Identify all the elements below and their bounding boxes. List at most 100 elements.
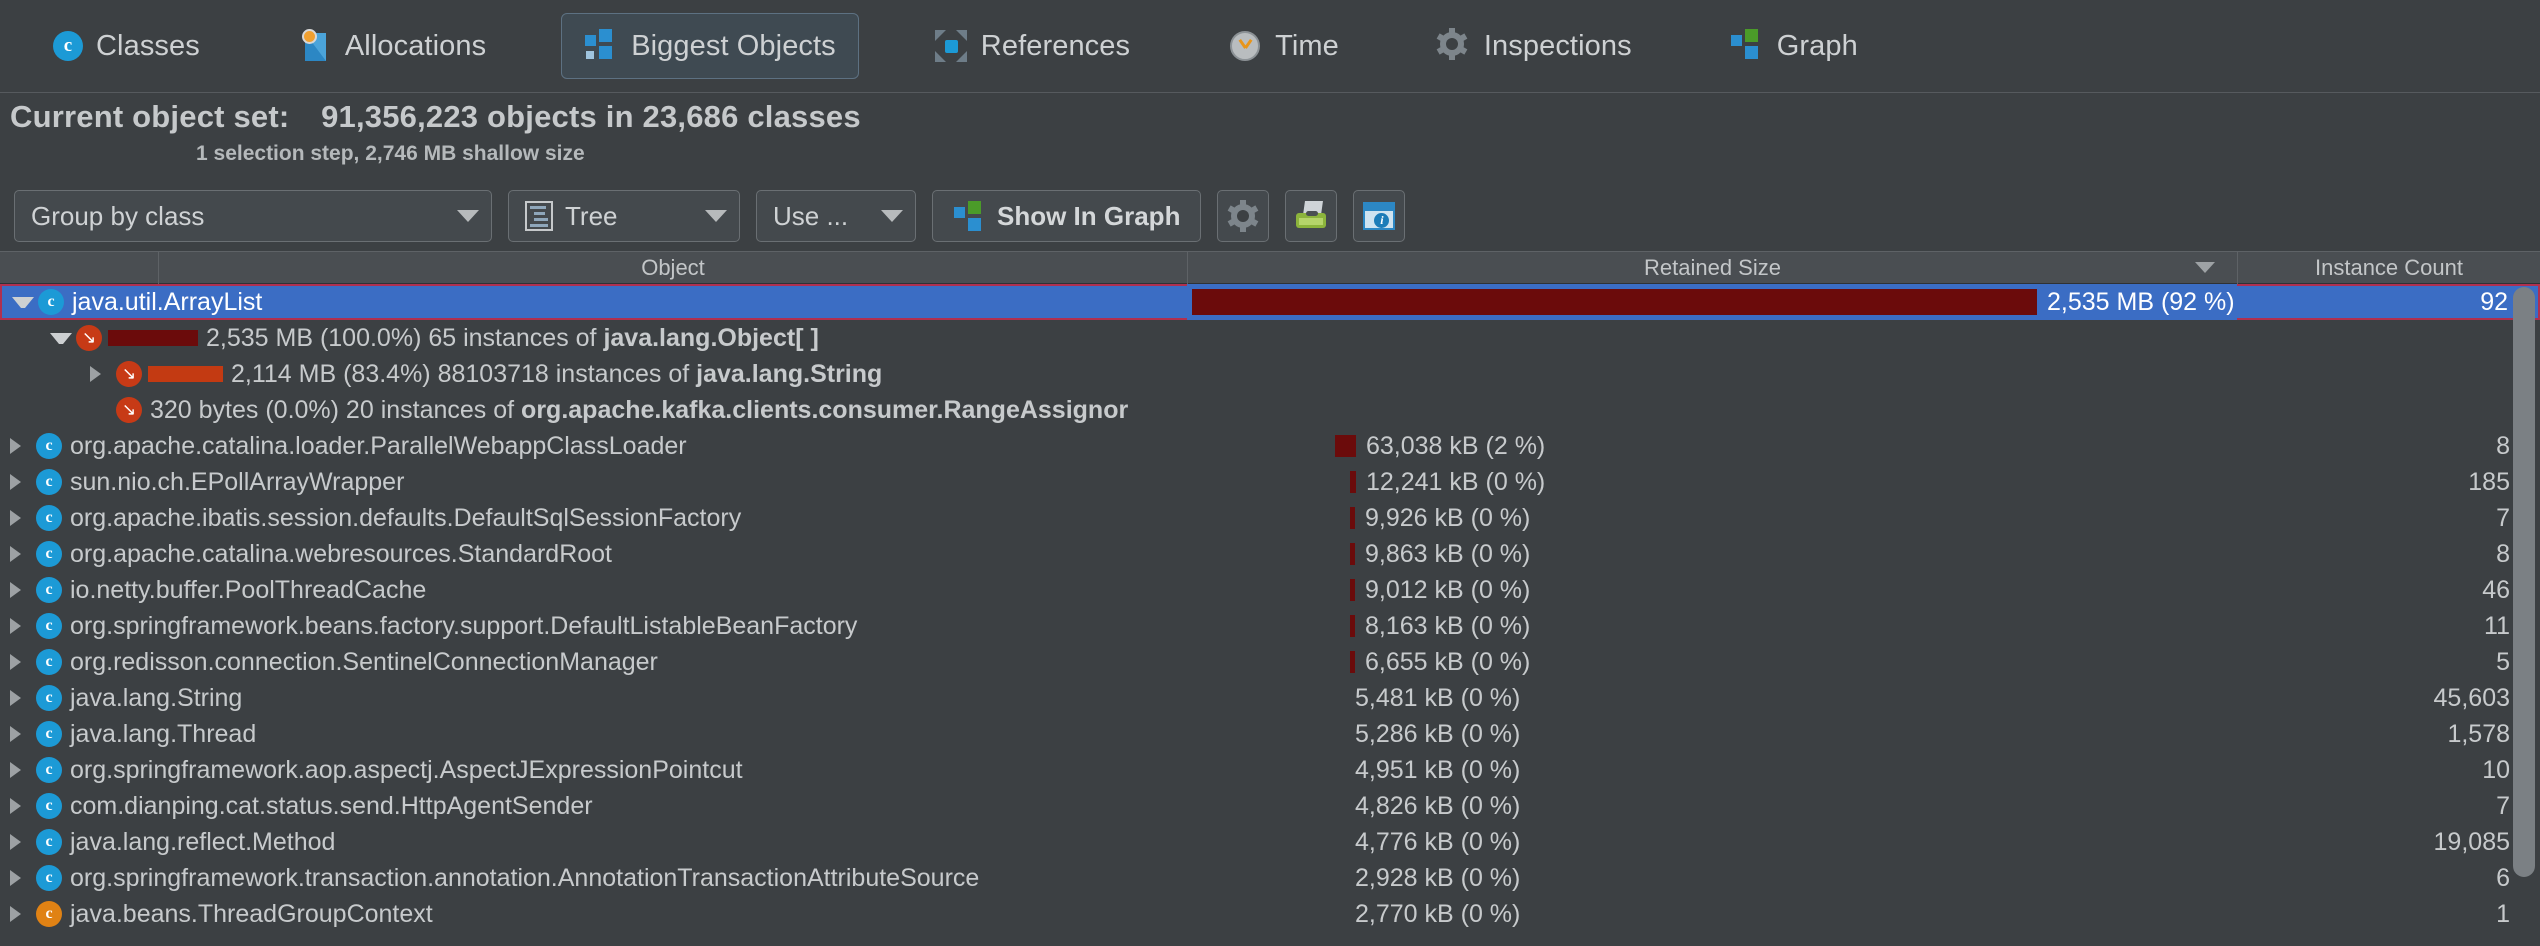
table-row[interactable]: c org.springframework.aop.aspectj.Aspect… <box>0 752 2540 788</box>
cell-object[interactable]: c java.lang.Thread <box>0 716 1187 752</box>
cell-object[interactable]: 320 bytes (0.0%) 20 instances of org.apa… <box>0 392 1187 428</box>
cell-object[interactable]: c com.dianping.cat.status.send.HttpAgent… <box>0 788 1187 824</box>
use-menu-button[interactable]: Use ... <box>756 190 916 242</box>
scrollbar-thumb[interactable] <box>2513 287 2535 877</box>
group-by-select[interactable]: Group by class <box>14 190 492 242</box>
cell-object[interactable]: c java.lang.reflect.Method <box>0 824 1187 860</box>
cell-retained-size: 2,770 kB (0 %) <box>1187 896 2237 932</box>
cell-object[interactable]: c io.netty.buffer.PoolThreadCache <box>0 572 1187 608</box>
table-row[interactable]: c org.springframework.transaction.annota… <box>0 860 2540 896</box>
cell-object[interactable]: 2,114 MB (83.4%) 88103718 instances of j… <box>0 356 1187 392</box>
expand-collapse-icon[interactable] <box>10 438 32 454</box>
view-info-button[interactable]: i <box>1353 190 1406 242</box>
table-row[interactable]: c io.netty.buffer.PoolThreadCache 9,012 … <box>0 572 2540 608</box>
tab-biggest-objects-label: Biggest Objects <box>631 29 836 62</box>
table-row[interactable]: c java.util.ArrayList 2,535 MB (92 %) 92 <box>0 284 2540 320</box>
retained-size-value: 12,241 kB (0 %) <box>1366 467 1546 496</box>
table-row[interactable]: c java.lang.reflect.Method 4,776 kB (0 %… <box>0 824 2540 860</box>
column-header-retained-size-label: Retained Size <box>1644 254 1781 280</box>
table-row[interactable]: 320 bytes (0.0%) 20 instances of org.apa… <box>0 392 2540 428</box>
view-mode-select[interactable]: Tree <box>508 190 740 242</box>
cell-instance-count: 8 <box>2496 431 2510 460</box>
expand-collapse-icon[interactable] <box>10 546 32 562</box>
vertical-scrollbar[interactable] <box>2513 287 2535 943</box>
class-circle-icon: c <box>36 505 62 531</box>
cell-object[interactable]: c org.apache.ibatis.session.defaults.Def… <box>0 500 1187 536</box>
tab-biggest-objects[interactable]: Biggest Objects <box>561 13 859 79</box>
class-circle-icon: c <box>36 865 62 891</box>
view-settings-button[interactable] <box>1217 190 1270 242</box>
class-circle-icon: c <box>36 613 62 639</box>
jprofiler-biggest-objects-view: c Classes Allocations Biggest Objects Re… <box>0 0 2540 946</box>
tab-allocations[interactable]: Allocations <box>275 13 509 79</box>
biggest-objects-table: Object Retained Size Instance Count c ja… <box>0 251 2540 946</box>
retained-size-value: 5,286 kB (0 %) <box>1355 719 1521 748</box>
export-view-button[interactable] <box>1285 190 1338 242</box>
table-row[interactable]: c org.redisson.connection.SentinelConnec… <box>0 644 2540 680</box>
table-row[interactable]: c org.springframework.beans.factory.supp… <box>0 608 2540 644</box>
cell-retained-size: 5,481 kB (0 %) <box>1187 680 2237 716</box>
cell-instance-count: 11 <box>2484 611 2510 640</box>
expand-collapse-icon[interactable] <box>10 870 32 886</box>
table-row[interactable]: c sun.nio.ch.EPollArrayWrapper 12,241 kB… <box>0 464 2540 500</box>
expand-collapse-icon[interactable] <box>10 834 32 850</box>
current-object-set-header: Current object set: 91,356,223 objects i… <box>0 93 2540 181</box>
cell-retained-size: 4,826 kB (0 %) <box>1187 788 2237 824</box>
table-row[interactable]: c java.lang.Thread 5,286 kB (0 %) 1,578 <box>0 716 2540 752</box>
view-toolbar: Group by class Tree Use ... Show In Grap… <box>0 181 2540 251</box>
cell-object[interactable]: c org.redisson.connection.SentinelConnec… <box>0 644 1187 680</box>
expand-collapse-icon[interactable] <box>10 726 32 742</box>
expand-collapse-icon[interactable] <box>10 690 32 706</box>
table-row[interactable]: c java.lang.String 5,481 kB (0 %) 45,603 <box>0 680 2540 716</box>
tab-time[interactable]: Time <box>1205 13 1362 79</box>
cell-instance-count: 19,085 <box>2433 827 2510 856</box>
expand-collapse-icon[interactable] <box>10 762 32 778</box>
show-in-graph-button[interactable]: Show In Graph <box>932 190 1202 242</box>
table-header-row: Object Retained Size Instance Count <box>0 251 2540 284</box>
column-header-retained-size[interactable]: Retained Size <box>1187 251 2237 284</box>
class-circle-icon: c <box>36 685 62 711</box>
cell-object[interactable]: c java.beans.ThreadGroupContext <box>0 896 1187 932</box>
table-row[interactable]: c org.apache.catalina.webresources.Stand… <box>0 536 2540 572</box>
expand-collapse-icon[interactable] <box>10 582 32 598</box>
cell-object[interactable]: c org.springframework.beans.factory.supp… <box>0 608 1187 644</box>
cell-object[interactable]: c org.apache.catalina.webresources.Stand… <box>0 536 1187 572</box>
cell-instance-count <box>2237 356 2540 392</box>
tab-inspections[interactable]: Inspections <box>1414 13 1655 79</box>
cell-object[interactable]: c java.lang.String <box>0 680 1187 716</box>
expand-collapse-icon[interactable] <box>10 654 32 670</box>
tab-references[interactable]: References <box>911 13 1153 79</box>
retained-size-bar <box>1335 435 1356 457</box>
table-row[interactable]: c java.beans.ThreadGroupContext 2,770 kB… <box>0 896 2540 932</box>
expand-collapse-icon[interactable] <box>10 618 32 634</box>
inline-size-bar <box>108 330 198 346</box>
table-row[interactable]: 2,535 MB (100.0%) 65 instances of java.l… <box>0 320 2540 356</box>
cell-object[interactable]: 2,535 MB (100.0%) 65 instances of java.l… <box>0 320 1187 356</box>
expand-collapse-icon[interactable] <box>90 366 112 382</box>
expand-collapse-icon[interactable] <box>10 798 32 814</box>
tab-classes[interactable]: c Classes <box>30 13 223 79</box>
expand-collapse-icon[interactable] <box>10 474 32 490</box>
column-header-instance-count[interactable]: Instance Count <box>2237 251 2540 284</box>
tab-graph[interactable]: Graph <box>1707 13 1881 79</box>
cell-object[interactable]: c java.util.ArrayList <box>0 284 1187 320</box>
class-circle-icon: c <box>38 289 64 315</box>
class-circle-icon: c <box>36 469 62 495</box>
column-header-object[interactable]: Object <box>158 251 1187 284</box>
expand-collapse-icon[interactable] <box>10 510 32 526</box>
cell-object[interactable]: c org.springframework.transaction.annota… <box>0 860 1187 896</box>
expand-collapse-icon[interactable] <box>50 332 72 344</box>
cell-object[interactable]: c sun.nio.ch.EPollArrayWrapper <box>0 464 1187 500</box>
tab-allocations-label: Allocations <box>344 29 487 62</box>
cell-object[interactable]: c org.apache.catalina.loader.ParallelWeb… <box>0 428 1187 464</box>
cell-retained-size: 6,655 kB (0 %) <box>1187 644 2237 680</box>
table-row[interactable]: c com.dianping.cat.status.send.HttpAgent… <box>0 788 2540 824</box>
expand-collapse-icon[interactable] <box>12 296 34 308</box>
expand-collapse-icon[interactable] <box>10 906 32 922</box>
table-row[interactable]: c org.apache.catalina.loader.ParallelWeb… <box>0 428 2540 464</box>
table-row[interactable]: c org.apache.ibatis.session.defaults.Def… <box>0 500 2540 536</box>
cell-instance-count <box>2237 392 2540 428</box>
table-row[interactable]: 2,114 MB (83.4%) 88103718 instances of j… <box>0 356 2540 392</box>
class-circle-icon: c <box>36 541 62 567</box>
cell-object[interactable]: c org.springframework.aop.aspectj.Aspect… <box>0 752 1187 788</box>
